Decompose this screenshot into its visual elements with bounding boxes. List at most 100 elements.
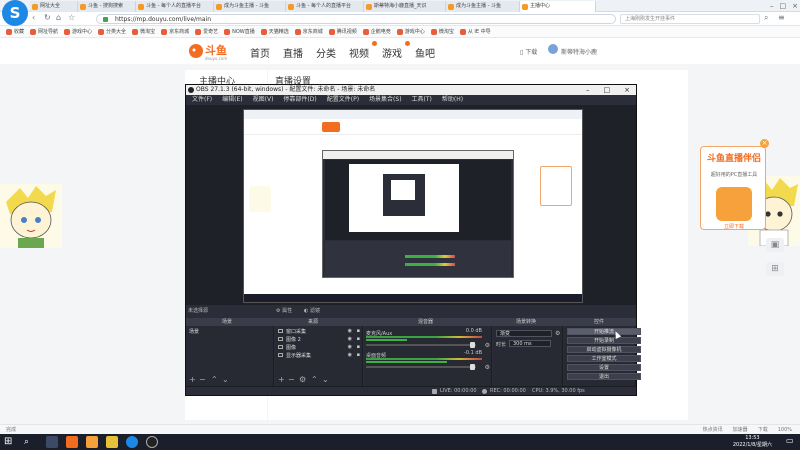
control-button-4[interactable]: 设置 [567, 364, 641, 371]
source-item[interactable]: 显示器采集 ◉ ▪ [278, 352, 362, 359]
control-button-2[interactable]: 启动虚拟摄像机 [567, 346, 641, 353]
visibility-icon[interactable]: ◉ [348, 336, 352, 342]
address-bar[interactable]: https://mp.douyu.com/live/main [96, 14, 616, 24]
bookmark-item[interactable]: 从 IE 中导 [459, 28, 491, 35]
avatar[interactable] [548, 44, 558, 54]
bookmark-item[interactable]: 京东商城 [294, 28, 323, 35]
bookmark-item[interactable]: 企鹅电竞 [362, 28, 391, 35]
close-icon[interactable]: × [624, 85, 630, 95]
minimize-icon[interactable]: – [586, 85, 590, 95]
tab-7[interactable]: 主播中心 [520, 1, 596, 12]
lock-icon[interactable]: ▪ [357, 336, 360, 342]
visibility-icon[interactable]: ◉ [348, 344, 352, 350]
bookmark-item[interactable]: 收藏 [6, 28, 24, 35]
control-button-5[interactable]: 退出 [567, 373, 641, 380]
douyu-app-icon[interactable] [86, 436, 98, 448]
task-view-icon[interactable] [46, 436, 58, 448]
nav-video[interactable]: 视频 [349, 45, 369, 60]
control-button-1[interactable]: 开始录制 [567, 337, 641, 344]
close-icon[interactable]: × [760, 139, 769, 148]
control-button-0[interactable]: 开始推流 [567, 328, 641, 335]
promo-download-button[interactable]: 立即下载 [701, 223, 767, 230]
bookmark-item[interactable]: NOW直播 [224, 28, 255, 35]
tab-6[interactable]: 成为斗鱼主播 - 斗鱼 [446, 1, 520, 12]
source-item[interactable]: 窗口采集 ◉ ▪ [278, 328, 362, 335]
nav-yuba[interactable]: 鱼吧 [415, 45, 435, 60]
control-button-3[interactable]: 工作室模式 [567, 355, 641, 362]
move-down-icon[interactable]: ⌄ [222, 375, 229, 384]
app-icon[interactable] [66, 436, 78, 448]
nav-live[interactable]: 直播 [283, 45, 303, 60]
remove-icon[interactable]: − [288, 375, 295, 384]
back-icon[interactable]: ‹ [32, 13, 35, 22]
gear-icon[interactable]: ⚙ [485, 342, 490, 349]
tab-5[interactable]: 斯蒂特海小鹿直播_天识 [364, 1, 446, 12]
obs-preview[interactable] [186, 105, 636, 305]
obs-menu-item[interactable]: 停靠部件(D) [283, 95, 316, 105]
browser-logo-icon[interactable]: S [2, 0, 28, 26]
remove-icon[interactable]: − [199, 375, 206, 384]
star-icon[interactable]: ☆ [68, 13, 75, 22]
scene-item[interactable]: 场景 [189, 328, 199, 335]
bookmark-item[interactable]: 腾讯视频 [328, 28, 357, 35]
download-link[interactable]: ▯ 下载 [520, 47, 537, 56]
clock[interactable]: 13:53 2022/1/8/星期六 [733, 435, 772, 449]
bookmark-item[interactable]: 天猫精选 [260, 28, 289, 35]
lock-icon[interactable]: ▪ [357, 328, 360, 334]
lock-icon[interactable]: ▪ [357, 352, 360, 358]
volume-slider[interactable] [366, 364, 476, 370]
obs-menu-item[interactable]: 文件(F) [192, 95, 212, 105]
folder-icon[interactable] [106, 436, 118, 448]
search-icon[interactable]: ⌕ [764, 13, 768, 23]
notification-icon[interactable]: ▭ [786, 436, 796, 448]
obs-menu-item[interactable]: 工具(T) [412, 95, 432, 105]
side-widget-qr[interactable]: ⊞ [766, 262, 784, 276]
filters-button[interactable]: ◐ 滤镜 [304, 307, 320, 314]
obs-taskbar-icon[interactable] [146, 436, 158, 448]
move-up-icon[interactable]: ⌃ [211, 375, 218, 384]
promo-card[interactable]: × 斗鱼直播伴侣 超好用的PC直播工具 立即下载 [700, 139, 769, 230]
slider-handle[interactable] [470, 364, 475, 370]
maximize-icon[interactable]: □ [604, 85, 611, 95]
visibility-icon[interactable]: ◉ [348, 352, 352, 358]
transition-select[interactable]: 渐变 [496, 330, 552, 337]
bookmark-item[interactable]: 京东商城 [161, 28, 189, 35]
slider-handle[interactable] [470, 342, 475, 348]
nav-category[interactable]: 分类 [316, 45, 336, 60]
add-icon[interactable]: + [278, 375, 285, 384]
douyu-logo[interactable]: 斗鱼 douyu.com [188, 41, 240, 61]
user-name[interactable]: 斯蒂特海小鹿 [561, 47, 597, 56]
obs-menu-item[interactable]: 帮助(H) [442, 95, 463, 105]
properties-button[interactable]: ⚙ 属性 [276, 307, 292, 314]
duration-input[interactable]: 300 ms [509, 340, 551, 347]
nav-games[interactable]: 游戏 [382, 45, 402, 60]
bookmark-item[interactable]: 网址导航 [30, 28, 58, 35]
bookmark-item[interactable]: 分类大全 [98, 28, 126, 35]
obs-menu-item[interactable]: 视图(V) [253, 95, 274, 105]
nav-home[interactable]: 首页 [250, 45, 270, 60]
bookmark-item[interactable]: 游戏中心 [64, 28, 92, 35]
bookmark-item[interactable]: 爱奇艺 [195, 28, 218, 35]
gear-icon[interactable]: ⚙ [555, 330, 560, 337]
gear-icon[interactable]: ⚙ [299, 375, 306, 384]
promo-app-icon[interactable] [716, 187, 752, 221]
search-icon[interactable]: ⌕ [24, 436, 36, 448]
maximize-icon[interactable]: □ [780, 0, 787, 12]
source-item[interactable]: 图像 ◉ ▪ [278, 344, 362, 351]
bookmark-item[interactable]: 微淘宝 [132, 28, 155, 35]
source-item[interactable]: 图像 2 ◉ ▪ [278, 336, 362, 343]
side-widget-app[interactable]: ▣ [766, 238, 784, 252]
move-down-icon[interactable]: ⌄ [322, 375, 329, 384]
minimize-icon[interactable]: – [770, 0, 774, 12]
menu-icon[interactable]: ≡ [778, 13, 785, 22]
add-icon[interactable]: + [189, 375, 196, 384]
tab-4[interactable]: 斗鱼 - 每个人的直播平台 [286, 1, 364, 12]
obs-menu-item[interactable]: 场景集合(S) [369, 95, 402, 105]
obs-menu-item[interactable]: 编辑(E) [222, 95, 242, 105]
bookmark-item[interactable]: 游戏中心 [396, 28, 425, 35]
tab-2[interactable]: 斗鱼 - 每个人的直播平台 [136, 1, 214, 12]
home-icon[interactable]: ⌂ [56, 13, 61, 22]
windows-start-icon[interactable]: ⊞ [4, 436, 16, 448]
tab-3[interactable]: 成为斗鱼主播 - 斗鱼 [214, 1, 286, 12]
obs-menu-item[interactable]: 配置文件(P) [327, 95, 359, 105]
